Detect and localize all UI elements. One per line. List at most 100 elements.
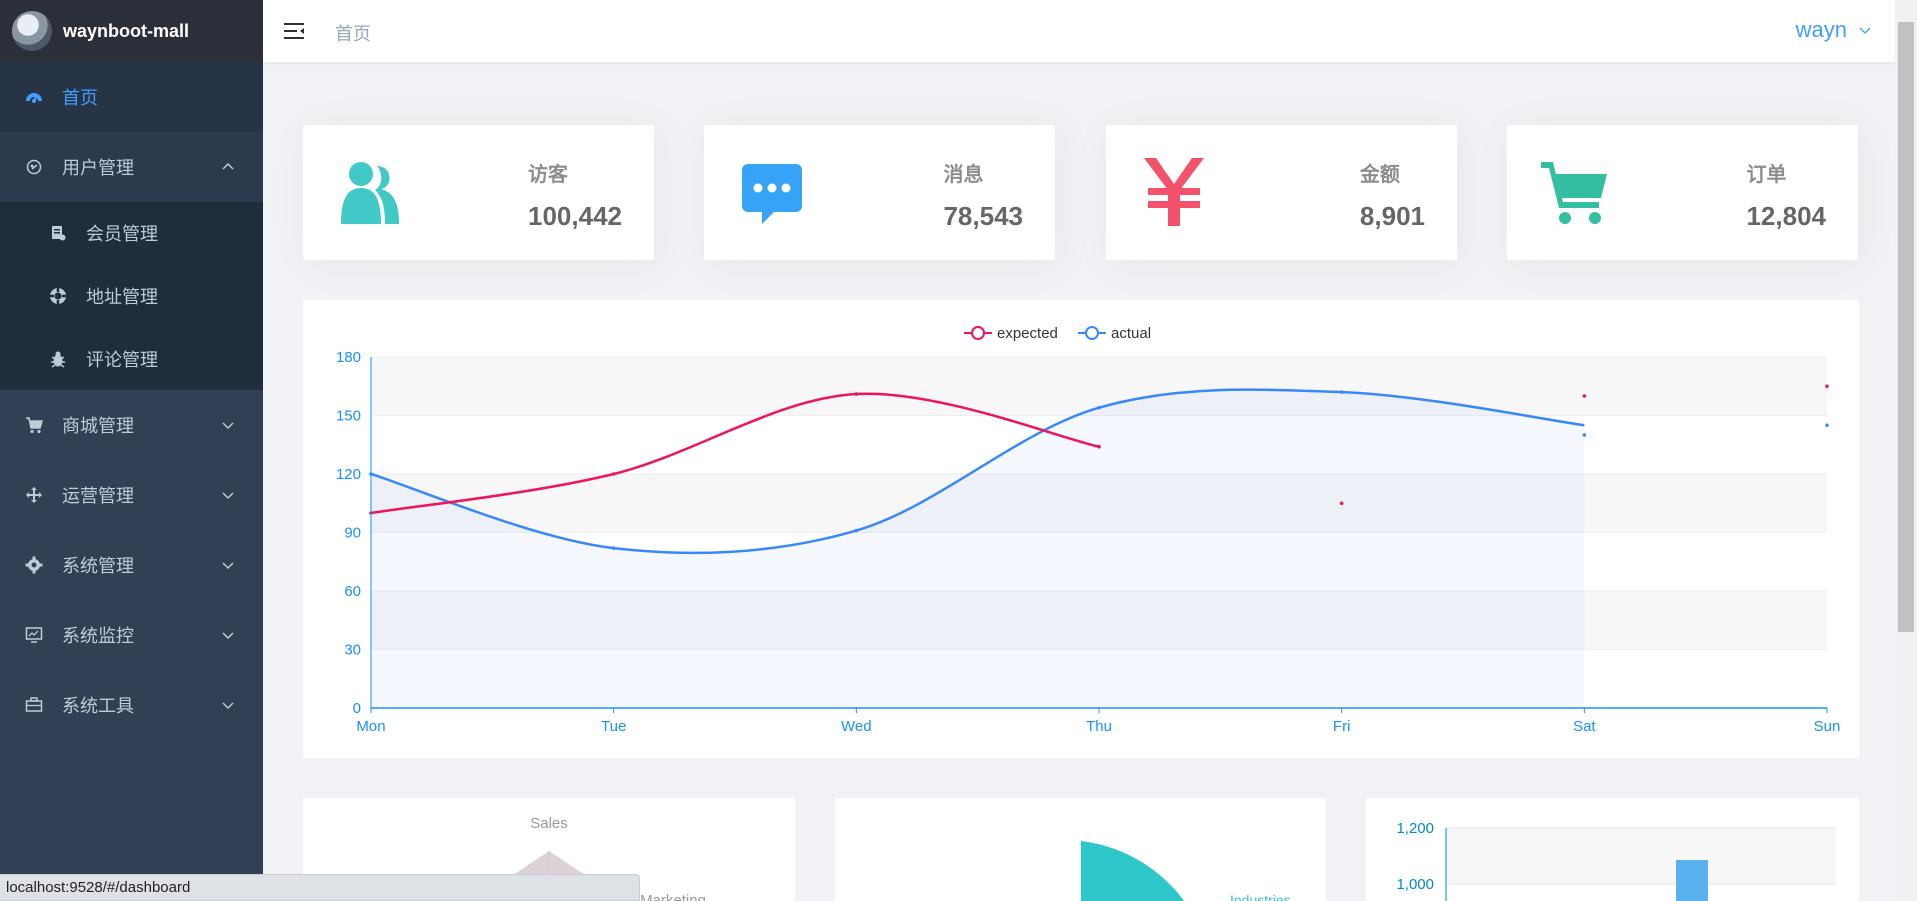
stat-value: 78,543 [943,201,1023,231]
y-tick-label: 180 [336,349,361,366]
x-tick-label: Sat [1573,718,1596,735]
navbar: 首页 wayn [263,0,1895,62]
sidebar-item-label: 商城管理 [62,416,134,437]
yen-icon [1144,158,1204,226]
y-tick-label: 0 [353,700,361,717]
brand[interactable]: waynboot-mall [0,0,263,62]
sidebar-item-mall[interactable]: 商城管理 [0,390,263,460]
comment-icon [48,349,68,369]
sidebar-item-monitor[interactable]: 系统监控 [0,600,263,670]
pie-chart-card: Industries [835,798,1326,901]
sidebar-item-dashboard[interactable]: 首页 [0,62,263,132]
submenu-user-manage: 会员管理 地址管理 评论管理 [0,202,263,391]
logo [12,11,52,51]
actual-point [1582,433,1587,437]
actual-point [1339,390,1344,394]
username: wayn [1795,17,1847,42]
expected-point [854,392,859,396]
stat-label: 金额 [1359,164,1400,186]
bar-y-tick: 1,200 [1396,820,1434,837]
x-tick-label: Mon [356,718,385,735]
x-tick-label: Wed [841,718,872,735]
chevron-up-icon [222,162,234,170]
message-icon [742,164,802,224]
x-tick-label: Thu [1086,718,1112,735]
chevron-down-icon [1859,27,1871,34]
chevron-down-icon [222,562,234,570]
hamburger-icon[interactable] [283,20,305,42]
expected-point [1825,384,1829,389]
stat-card-amount[interactable]: 金额 8,901 [1106,125,1457,260]
y-tick-label: 120 [336,466,361,483]
sidebar-item-user-manage[interactable]: 用户管理 [0,132,263,202]
browser-status-bar: localhost:9528/#/dashboard [0,874,640,901]
stat-value: 100,442 [528,201,622,231]
gear-icon [24,555,44,575]
visitors-icon [341,162,399,224]
bar-chart-card: 1,200 1,000 [1366,798,1859,901]
line-chart[interactable]: 0 30 60 90 120 150 180 Mon Tue Wed Thu Fri Sat Sun exp… [303,300,1859,758]
actual-point [611,546,616,550]
actual-point [1825,423,1829,428]
stat-card-messages[interactable]: 消息 78,543 [704,125,1055,260]
pie-label: Industries [1230,892,1291,901]
sidebar-item-label: 评论管理 [86,349,158,370]
actual-point [1097,405,1101,410]
stat-text: 金额 8,901 [1360,158,1425,232]
sidebar-item-comment[interactable]: 评论管理 [0,327,263,390]
stat-text: 订单 12,804 [1746,158,1826,232]
bar-grid-band [1446,828,1836,884]
actual-point [854,528,859,533]
y-tick-label: 90 [344,525,361,542]
sidebar-item-member[interactable]: 会员管理 [0,202,263,265]
page-scrollbar[interactable] [1895,0,1917,901]
pie-chart[interactable]: Industries [835,798,1326,901]
sidebar-item-label: 运营管理 [62,486,134,507]
legend-label: expected [997,325,1058,342]
expected-point [1339,501,1344,506]
dashboard-icon [24,87,44,107]
chevron-down-icon [222,702,234,710]
stat-card-orders[interactable]: 订单 12,804 [1507,125,1858,260]
y-tick-label: 30 [344,642,361,659]
stat-label: 订单 [1746,164,1787,186]
stat-label: 消息 [943,164,984,186]
expected-point [1097,444,1101,449]
sidebar-item-label: 首页 [62,88,98,108]
bar [1676,860,1708,901]
stat-text: 访客 100,442 [528,158,622,232]
sidebar-item-address[interactable]: 地址管理 [0,265,263,328]
scrollbar-thumb[interactable] [1898,22,1914,632]
sidebar: waynboot-mall 首页 用户管理 会员管理 地址管理 评论管理 商城管… [0,0,263,901]
toolbox-icon [24,695,44,715]
address-icon [48,286,68,306]
move-icon [24,485,44,505]
expected-point [611,472,616,476]
sidebar-item-tools[interactable]: 系统工具 [0,670,263,740]
member-icon [48,223,68,243]
legend-marker [971,326,985,340]
y-tick-label: 60 [344,583,361,600]
sidebar-item-label: 地址管理 [86,287,158,308]
sidebar-item-system[interactable]: 系统管理 [0,530,263,600]
line-chart-card: 0 30 60 90 120 150 180 Mon Tue Wed Thu Fri Sat Sun exp… [303,300,1859,758]
bar-chart[interactable]: 1,200 1,000 [1366,798,1859,901]
stat-text: 消息 78,543 [943,158,1023,232]
stat-value: 12,804 [1746,201,1826,231]
shopping-cart-icon [1541,162,1607,224]
brand-name: waynboot-mall [63,20,190,41]
pie-slice [1081,841,1185,901]
stat-card-visitors[interactable]: 访客 100,442 [303,125,654,260]
x-tick-label: Tue [601,718,626,735]
expected-point [1582,394,1587,398]
x-tick-label: Sun [1814,718,1841,735]
legend-marker [1085,326,1099,340]
radar-indicator-sales: Sales [530,815,568,832]
monitor-icon [24,625,44,645]
cart-icon [24,415,44,435]
x-tick-label: Fri [1333,718,1351,735]
chevron-down-icon [222,492,234,500]
sidebar-item-operation[interactable]: 运营管理 [0,460,263,530]
user-dropdown[interactable]: wayn [1796,17,1871,43]
sidebar-item-label: 系统管理 [62,556,134,577]
